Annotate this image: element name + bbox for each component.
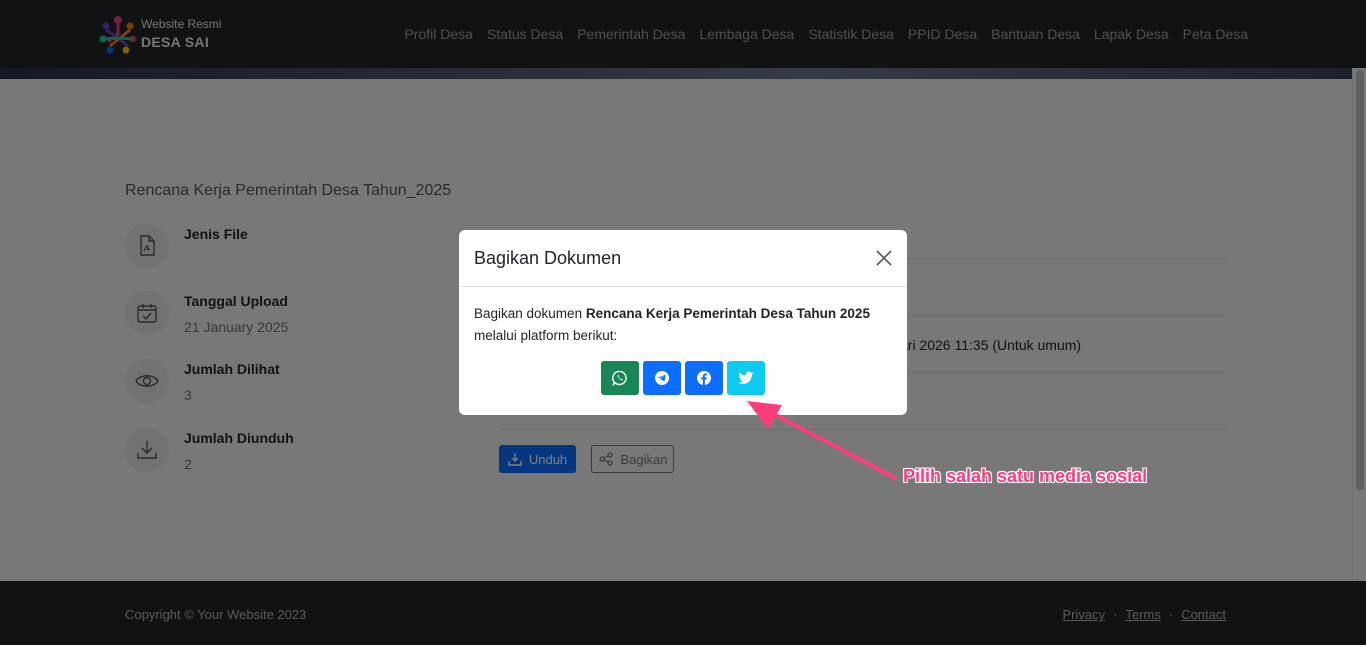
modal-message-prefix: Bagikan dokumen (474, 306, 586, 321)
share-facebook-button[interactable] (685, 361, 723, 395)
share-telegram-button[interactable] (643, 361, 681, 395)
modal-message-suffix: melalui platform berikut: (474, 328, 618, 343)
modal-document-name: Rencana Kerja Pemerintah Desa Tahun 2025 (585, 306, 870, 321)
modal-message: Bagikan dokumen Rencana Kerja Pemerintah… (474, 303, 892, 347)
modal-body: Bagikan dokumen Rencana Kerja Pemerintah… (459, 287, 907, 395)
share-document-modal: Bagikan Dokumen Bagikan dokumen Rencana … (459, 230, 907, 415)
modal-title: Bagikan Dokumen (474, 248, 622, 268)
modal-header: Bagikan Dokumen (459, 230, 907, 287)
telegram-icon (655, 371, 669, 385)
share-twitter-button[interactable] (727, 361, 765, 395)
annotation-label: Pilih salah satu media sosial (903, 466, 1148, 486)
share-platforms (474, 361, 892, 395)
twitter-icon (738, 371, 754, 384)
whatsapp-icon (612, 370, 627, 386)
share-whatsapp-button[interactable] (601, 361, 639, 395)
facebook-icon (697, 371, 711, 385)
close-icon[interactable] (875, 249, 893, 267)
